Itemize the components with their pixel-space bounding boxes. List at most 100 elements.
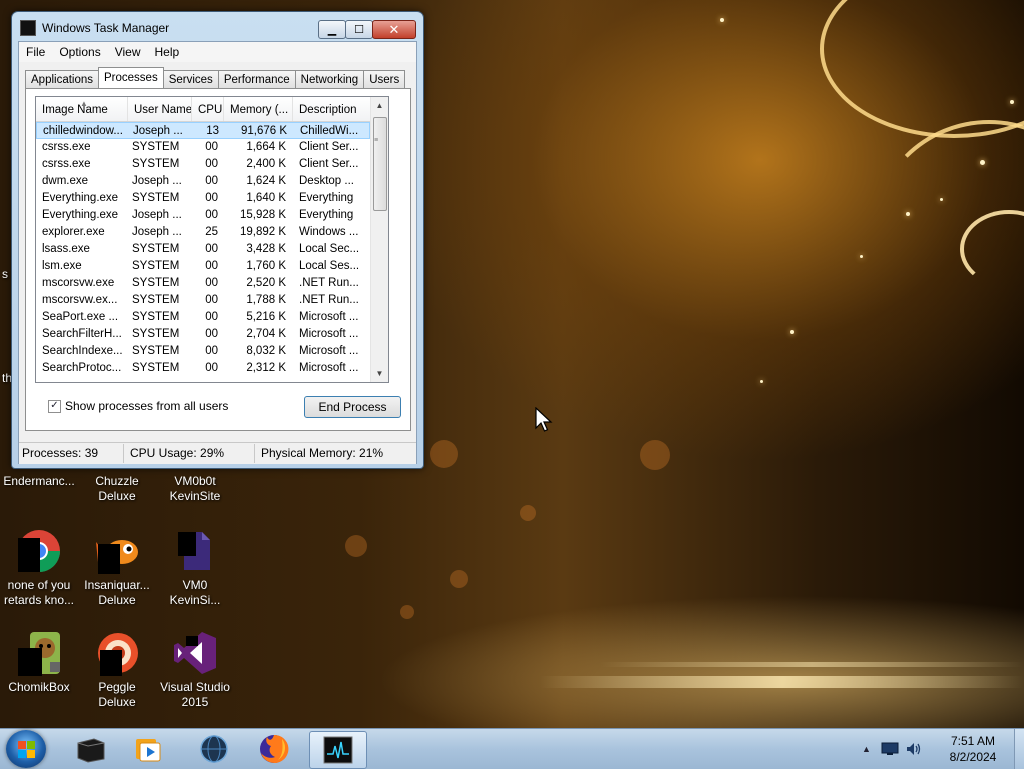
process-description: Microsoft ...	[299, 328, 359, 340]
process-image-name: mscorsvw.ex...	[42, 294, 118, 306]
scroll-down-arrow-icon[interactable]: ▼	[371, 365, 388, 382]
wallpaper-sparkle	[720, 18, 724, 22]
column-header-user-name[interactable]: User Name	[128, 97, 192, 121]
tab-processes[interactable]: Processes	[98, 67, 164, 88]
table-row[interactable]: SearchIndexe... SYSTEM 00 8,032 K Microsoft …	[36, 343, 370, 360]
start-button[interactable]	[6, 730, 46, 768]
process-description: Desktop ...	[299, 175, 354, 187]
column-header-image-name[interactable]: ▲ Image Name	[36, 97, 128, 121]
desktop-icon-insaniquarium[interactable]: Insaniquar... Deluxe	[78, 528, 156, 608]
desktop-icon-vm0-kevinsite[interactable]: VM0 KevinSi...	[156, 528, 234, 608]
table-row[interactable]: dwm.exe Joseph ... 00 1,624 K Desktop ...	[36, 173, 370, 190]
task-manager-icon	[323, 736, 353, 764]
scrollbar-grip-icon: ≡	[374, 137, 379, 144]
clock[interactable]: 7:51 AM 8/2/2024	[936, 733, 1010, 765]
desktop-icon-chrome-shortcut[interactable]: none of you retards kno...	[0, 528, 78, 608]
table-row[interactable]: SearchProtoc... SYSTEM 00 2,312 K Microsoft …	[36, 360, 370, 377]
globe-app-icon	[200, 735, 228, 763]
table-row[interactable]: explorer.exe Joseph ... 25 19,892 K Windows …	[36, 224, 370, 241]
process-memory: 2,704 K	[246, 328, 286, 340]
process-memory: 19,892 K	[239, 226, 286, 238]
process-description: Client Ser...	[299, 158, 359, 170]
minimize-button[interactable]: ▁	[318, 20, 346, 39]
table-row[interactable]: lsm.exe SYSTEM 00 1,760 K Local Ses...	[36, 258, 370, 275]
desktop-icon-label: Insaniquar... Deluxe	[84, 578, 150, 607]
wallpaper-bokeh	[400, 605, 414, 619]
process-memory: 1,664 K	[246, 141, 286, 153]
process-list[interactable]: ▲ Image Name User Name CPU Memory (... D…	[35, 96, 389, 383]
process-memory: 15,928 K	[239, 209, 286, 221]
menu-help[interactable]: Help	[148, 45, 187, 59]
menu-options[interactable]: Options	[52, 45, 107, 59]
show-all-processes-checkbox[interactable]: ✓ Show processes from all users	[48, 399, 228, 413]
tab-networking[interactable]: Networking	[294, 70, 365, 88]
table-row[interactable]: Everything.exe Joseph ... 00 15,928 K Everyt…	[36, 207, 370, 224]
scrollbar-thumb[interactable]	[373, 117, 387, 211]
desktop-icon-peggle[interactable]: Peggle Deluxe	[78, 630, 156, 710]
table-row[interactable]: csrss.exe SYSTEM 00 1,664 K Client Ser...	[36, 139, 370, 156]
taskbar-app-button[interactable]	[62, 731, 118, 767]
process-image-name: lsass.exe	[42, 243, 90, 255]
taskbar-globe-app-button[interactable]	[186, 731, 242, 767]
network-icon[interactable]	[881, 742, 899, 756]
file-icon	[172, 528, 218, 574]
process-user-name: SYSTEM	[132, 243, 180, 255]
desktop-icon-vm0b0t[interactable]: VM0b0t KevinSite	[156, 474, 234, 504]
column-header-cpu[interactable]: CPU	[192, 97, 224, 121]
process-user-name: SYSTEM	[132, 158, 180, 170]
process-image-name: explorer.exe	[42, 226, 105, 238]
desktop-icon-label: Chuzzle Deluxe	[95, 474, 139, 503]
column-header-description[interactable]: Description	[293, 97, 370, 121]
process-description: Windows ...	[299, 226, 359, 238]
process-user-name: SYSTEM	[132, 294, 180, 306]
menu-view[interactable]: View	[108, 45, 148, 59]
taskbar-firefox-button[interactable]	[246, 731, 302, 767]
title-bar[interactable]: Windows Task Manager	[20, 18, 169, 38]
table-row[interactable]: Everything.exe SYSTEM 00 1,640 K Everything	[36, 190, 370, 207]
desktop-icon-label: VM0 KevinSi...	[169, 578, 221, 607]
show-hidden-icons-chevron-icon[interactable]: ▲	[862, 744, 871, 754]
desktop-icon-visual-studio[interactable]: Visual Studio 2015	[156, 630, 234, 710]
process-cpu: 00	[205, 277, 218, 289]
table-row[interactable]: SeaPort.exe ... SYSTEM 00 5,216 K Microsoft …	[36, 309, 370, 326]
process-cpu: 00	[205, 362, 218, 374]
table-row[interactable]: chilledwindow... Joseph ... 13 91,676 K Chil…	[36, 122, 370, 139]
table-row[interactable]: SearchFilterH... SYSTEM 00 2,704 K Microsoft…	[36, 326, 370, 343]
maximize-button[interactable]: ☐	[345, 20, 373, 39]
process-image-name: Everything.exe	[42, 209, 119, 221]
tab-users[interactable]: Users	[363, 70, 406, 88]
desktop-icon-chuzzle[interactable]: Chuzzle Deluxe	[78, 474, 156, 504]
volume-icon[interactable]	[905, 741, 921, 757]
show-desktop-button[interactable]	[1014, 729, 1024, 769]
process-description: Microsoft ...	[299, 345, 359, 357]
column-header-memory[interactable]: Memory (...	[224, 97, 293, 121]
desktop-icon-endermanch[interactable]: Endermanc...	[0, 474, 78, 489]
wallpaper-sparkle	[760, 380, 763, 383]
process-description: Everything	[299, 192, 354, 204]
menu-file[interactable]: File	[19, 45, 52, 59]
process-user-name: Joseph ...	[132, 175, 182, 187]
process-list-header: ▲ Image Name User Name CPU Memory (... D…	[36, 97, 370, 122]
wallpaper-light-streak	[600, 662, 1024, 667]
end-process-button[interactable]: End Process	[304, 396, 401, 418]
desktop-icon-chomikbox[interactable]: ChomikBox	[0, 630, 78, 695]
process-image-name: SearchIndexe...	[42, 345, 123, 357]
process-memory: 8,032 K	[246, 345, 286, 357]
table-row[interactable]: mscorsvw.ex... SYSTEM 00 1,788 K .NET Run...	[36, 292, 370, 309]
task-manager-window[interactable]: Windows Task Manager ▁ ☐ ✕ File Options …	[11, 11, 424, 469]
app-icon	[77, 738, 105, 763]
tab-performance[interactable]: Performance	[217, 70, 296, 88]
table-row[interactable]: csrss.exe SYSTEM 00 2,400 K Client Ser...	[36, 156, 370, 173]
process-cpu: 13	[206, 125, 219, 137]
taskbar-task-manager-button[interactable]	[309, 731, 367, 769]
tab-applications[interactable]: Applications	[25, 70, 100, 88]
taskbar-media-player-button[interactable]	[120, 731, 176, 767]
scroll-up-arrow-icon[interactable]: ▲	[371, 97, 388, 114]
tab-services[interactable]: Services	[162, 70, 219, 88]
table-row[interactable]: mscorsvw.exe SYSTEM 00 2,520 K .NET Run...	[36, 275, 370, 292]
close-button[interactable]: ✕	[372, 20, 416, 39]
checkmark-icon[interactable]: ✓	[48, 399, 61, 413]
wallpaper-bokeh	[430, 440, 458, 468]
vertical-scrollbar[interactable]: ▲ ≡ ▼	[370, 97, 388, 382]
table-row[interactable]: lsass.exe SYSTEM 00 3,428 K Local Sec...	[36, 241, 370, 258]
